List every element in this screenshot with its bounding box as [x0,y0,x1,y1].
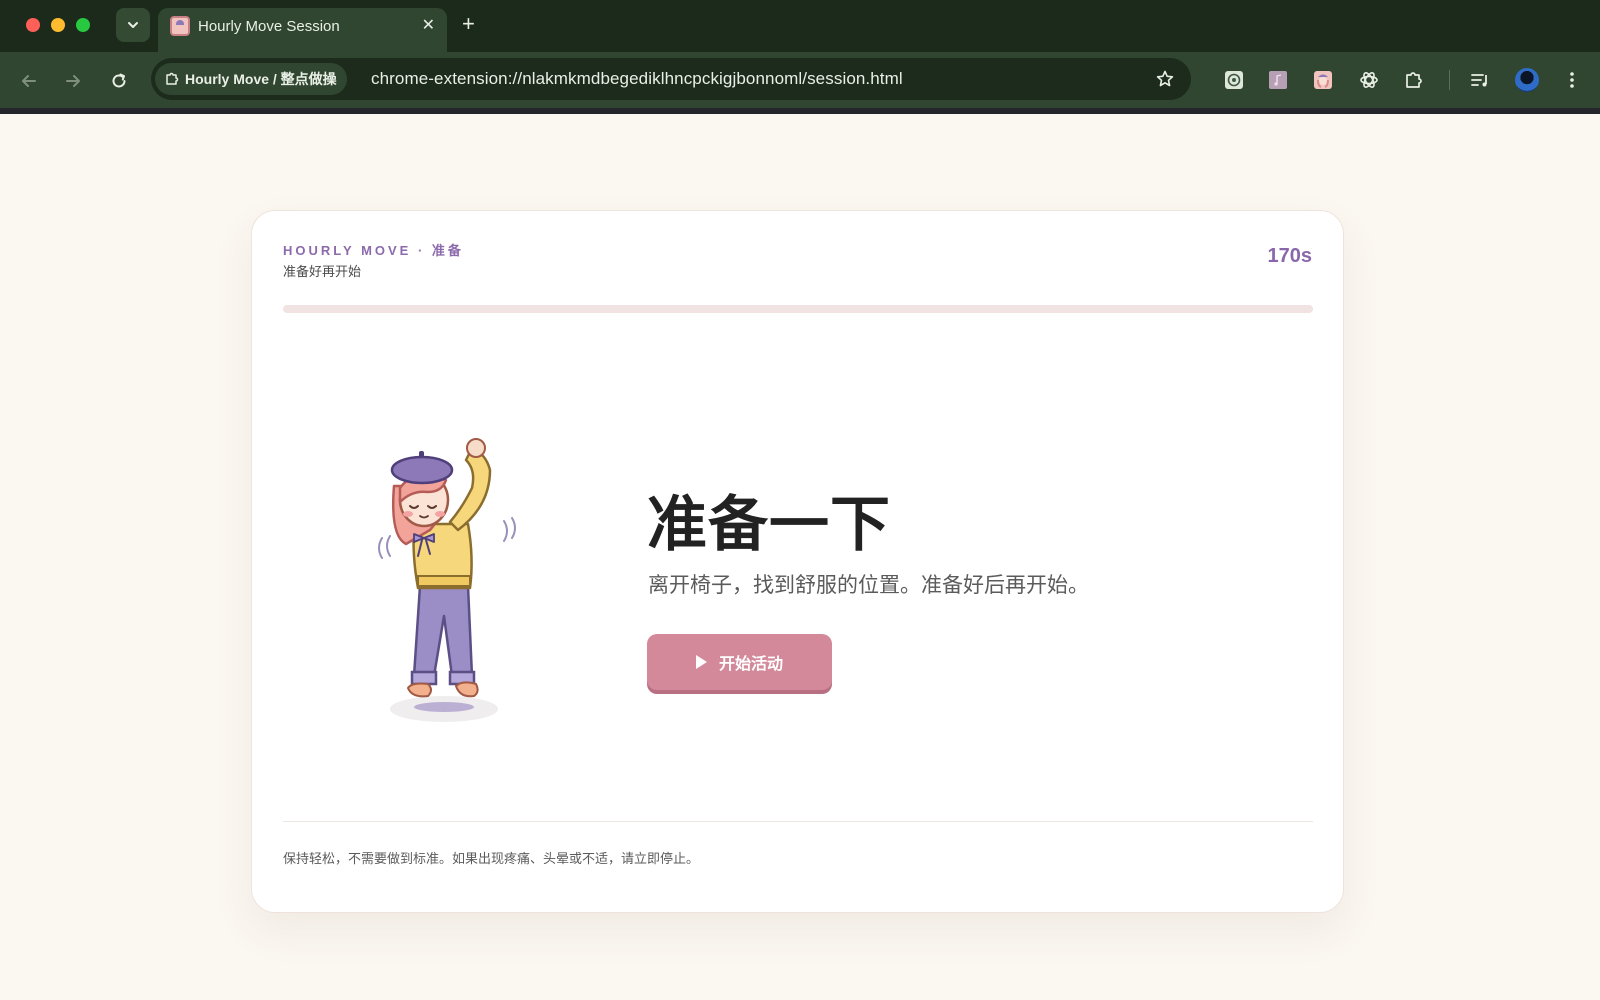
profile-avatar[interactable] [1515,68,1539,92]
minimize-window-button[interactable] [51,18,65,32]
arrow-left-icon [22,75,36,87]
footer-divider [283,821,1313,822]
tab-title: Hourly Move Session [198,18,340,35]
session-progress-bar [283,305,1313,313]
tab-close-icon[interactable]: ✕ [422,15,435,35]
maximize-window-button[interactable] [76,18,90,32]
back-button[interactable] [16,68,42,94]
plus-icon[interactable]: + [462,11,475,37]
toolbar-bottom-border [0,108,1600,114]
openai-icon [1360,72,1378,88]
browser-tabstrip: Hourly Move Session ✕ + [0,0,1600,52]
hourly-move-favicon-icon [170,16,190,36]
openai-extension-button[interactable] [1357,68,1381,92]
start-activity-label: 开始活动 [718,656,783,673]
close-window-button[interactable] [26,18,40,32]
session-brand: HOURLY MOVE · 准备 [283,243,464,258]
session-headline: 准备一下 [647,491,891,558]
puzzle-icon [166,72,179,85]
hourly-move-extension-icon [1314,71,1332,89]
browser-toolbar: Hourly Move / 整点做操 chrome-extension://nl… [0,52,1600,108]
safety-note: 保持轻松，不需要做到标准。如果出现疼痛、头晕或不适，请立即停止。 [283,851,700,866]
kebab-menu-icon [1570,72,1574,88]
session-card: HOURLY MOVE · 准备 准备好再开始 170s 准备一下 离开椅子，找… [251,210,1344,913]
music-extension-icon [1269,71,1287,89]
site-chip-label: Hourly Move / 整点做操 [185,71,337,87]
reading-list-icon [1471,74,1487,87]
reload-icon [112,73,126,88]
reading-list-button[interactable] [1468,68,1492,92]
url-text[interactable]: chrome-extension://nlakmkmdbegediklhncpc… [371,69,903,89]
start-activity-button[interactable]: 开始活动 [647,634,832,690]
extensions-button[interactable] [1402,68,1426,92]
puzzle-icon [1406,72,1422,88]
site-info-chip[interactable]: Hourly Move / 整点做操 [155,63,347,95]
browser-menu-button[interactable] [1560,68,1584,92]
chatgpt-extension-button[interactable] [1222,68,1246,92]
bookmark-button[interactable] [1153,67,1177,91]
music-extension-button[interactable] [1266,68,1290,92]
session-instruction: 离开椅子，找到舒服的位置。准备好后再开始。 [648,574,1089,597]
star-icon [1156,70,1174,87]
countdown-timer: 170s [1267,245,1313,267]
session-subtitle: 准备好再开始 [283,264,362,279]
toolbar-divider [1449,70,1450,90]
arrow-right-icon [66,75,80,87]
play-icon [695,655,707,669]
browser-tab[interactable]: Hourly Move Session ✕ [158,8,447,52]
reload-button[interactable] [106,68,132,94]
stretching-character-illustration [378,438,516,722]
chatgpt-icon [1225,71,1243,89]
chevron-down-icon [128,22,138,28]
address-bar[interactable]: Hourly Move / 整点做操 chrome-extension://nl… [151,58,1191,100]
forward-button[interactable] [60,68,86,94]
avatar [1515,68,1539,92]
hourly-move-extension-button[interactable] [1311,68,1335,92]
tab-search-button[interactable] [116,8,150,42]
